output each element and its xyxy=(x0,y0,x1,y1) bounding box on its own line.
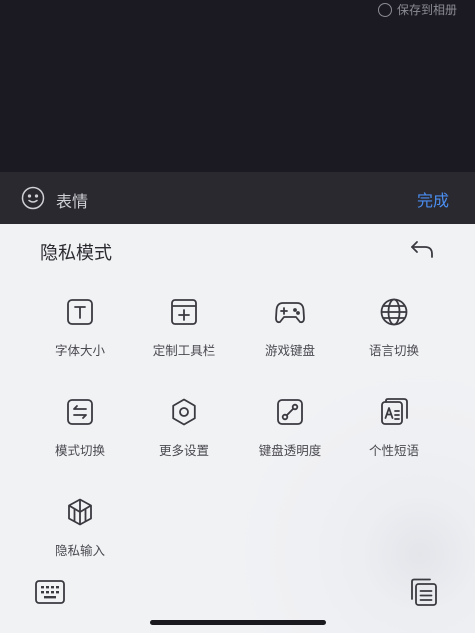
transparency-icon xyxy=(274,396,306,428)
done-button[interactable]: 完成 xyxy=(417,187,449,211)
toolbar-icon xyxy=(168,296,200,328)
keyboard-panel: 隐私模式 字体大小 定制工具栏 游戏键盘 语言切换 模式切换 更多设置 键盘透明… xyxy=(0,224,475,633)
smiley-icon[interactable] xyxy=(21,186,45,210)
more-settings-button[interactable]: 更多设置 xyxy=(129,396,239,476)
game-keyboard-button[interactable]: 游戏键盘 xyxy=(235,296,345,376)
personal-phrases-label: 个性短语 xyxy=(368,443,419,458)
message-preview-area: 保存到相册 xyxy=(0,0,475,172)
privacy-input-label: 隐私输入 xyxy=(54,543,105,558)
emoji-label[interactable]: 表情 xyxy=(56,188,88,212)
globe-icon xyxy=(378,296,410,328)
panel-title: 隐私模式 xyxy=(40,243,112,264)
emoji-bar: 表情 完成 xyxy=(0,172,475,224)
font-size-button[interactable]: 字体大小 xyxy=(25,296,135,376)
back-arrow-icon[interactable] xyxy=(409,238,435,260)
save-to-album-toggle[interactable]: 保存到相册 xyxy=(377,1,457,18)
personal-phrases-button[interactable]: 个性短语 xyxy=(339,396,449,476)
game-keyboard-label: 游戏键盘 xyxy=(264,343,315,358)
home-indicator[interactable] xyxy=(150,620,326,625)
keyboard-transparency-button[interactable]: 键盘透明度 xyxy=(235,396,345,476)
language-switch-button[interactable]: 语言切换 xyxy=(339,296,449,376)
mode-switch-button[interactable]: 模式切换 xyxy=(25,396,135,476)
custom-toolbar-button[interactable]: 定制工具栏 xyxy=(129,296,239,376)
more-settings-label: 更多设置 xyxy=(158,443,209,458)
gear-icon xyxy=(168,396,200,428)
switch-icon xyxy=(64,396,96,428)
save-to-album-label: 保存到相册 xyxy=(396,3,457,17)
font-size-icon xyxy=(64,296,96,328)
language-switch-label: 语言切换 xyxy=(368,343,419,358)
radio-icon xyxy=(377,2,392,17)
mode-switch-label: 模式切换 xyxy=(54,443,105,458)
custom-toolbar-label: 定制工具栏 xyxy=(152,343,216,358)
keyboard-icon[interactable] xyxy=(34,579,66,605)
font-size-label: 字体大小 xyxy=(54,343,105,358)
privacy-icon xyxy=(64,496,96,528)
clipboard-icon[interactable] xyxy=(409,577,439,607)
phrase-icon xyxy=(378,396,410,428)
gamepad-icon xyxy=(274,296,306,328)
privacy-input-button[interactable]: 隐私输入 xyxy=(25,496,135,576)
keyboard-transparency-label: 键盘透明度 xyxy=(258,443,322,458)
